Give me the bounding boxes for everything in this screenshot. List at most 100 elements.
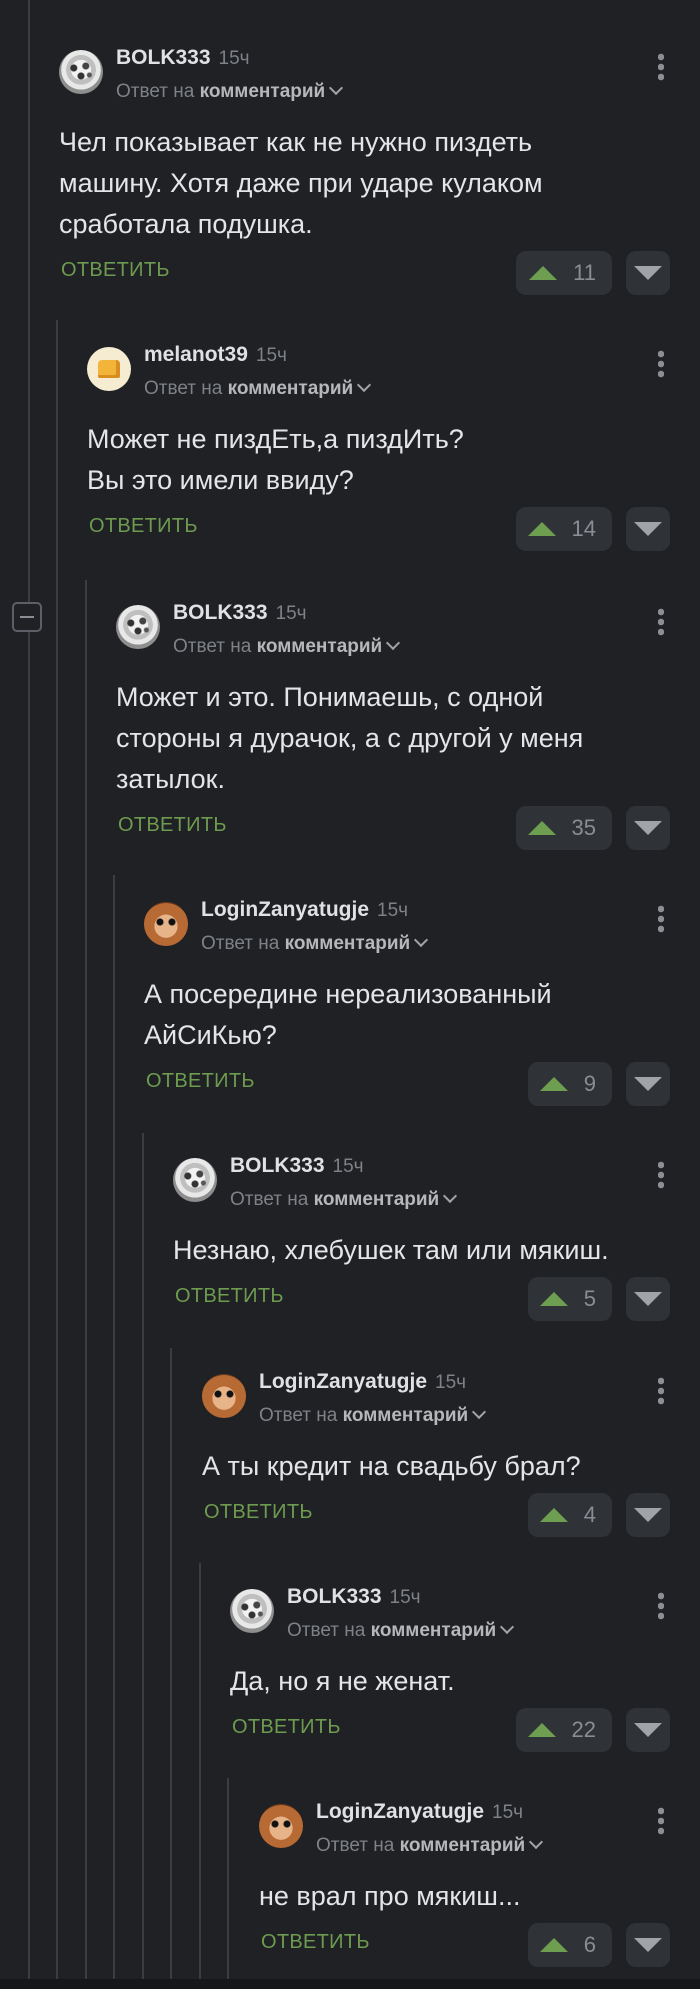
- comment: BOLK333 15ч Ответ на комментарий Незнаю, …: [173, 1144, 700, 1321]
- vote-count: 14: [571, 516, 596, 541]
- chevron-down-icon: [329, 80, 344, 96]
- thread-line: [227, 1778, 229, 1989]
- upvote-button[interactable]: 4: [528, 1493, 612, 1537]
- thread-line: [85, 580, 87, 1989]
- comment-author[interactable]: BOLK333 15ч: [173, 601, 307, 625]
- reply-button[interactable]: ОТВЕТИТЬ: [89, 515, 198, 538]
- upvote-button[interactable]: 9: [528, 1062, 612, 1106]
- vote-count: 9: [583, 1071, 596, 1096]
- more-options-icon[interactable]: [658, 904, 664, 934]
- more-options-icon[interactable]: [658, 1591, 664, 1621]
- downvote-button[interactable]: [626, 507, 670, 551]
- more-options-icon[interactable]: [658, 52, 664, 82]
- arrow-up-icon: [539, 1292, 568, 1306]
- more-options-icon[interactable]: [658, 1806, 664, 1836]
- more-options-icon[interactable]: [658, 1376, 664, 1406]
- more-options-icon[interactable]: [658, 1160, 664, 1190]
- chevron-down-icon: [472, 1404, 487, 1420]
- comment-text: Чел показывает как не нужно пиздеть маши…: [59, 127, 543, 239]
- reply-button[interactable]: ОТВЕТИТЬ: [232, 1716, 341, 1739]
- comment-time: 15ч: [435, 1372, 467, 1393]
- avatar[interactable]: [259, 1804, 303, 1848]
- thread-line: [199, 1563, 201, 1989]
- comment-author[interactable]: melanot39 15ч: [144, 343, 287, 367]
- thread-line: [56, 320, 58, 1989]
- collapse-thread-button[interactable]: [12, 602, 42, 632]
- comment-time: 15ч: [255, 345, 287, 366]
- reply-to-link[interactable]: Ответ на комментарий: [287, 1619, 515, 1642]
- reply-to-link[interactable]: Ответ на комментарий: [173, 635, 401, 658]
- downvote-button[interactable]: [626, 1923, 670, 1967]
- vote-count: 6: [583, 1932, 596, 1957]
- comment-author[interactable]: LoginZanyatugje 15ч: [259, 1370, 466, 1394]
- comment-time: 15ч: [275, 603, 307, 624]
- reply-to-link[interactable]: Ответ на комментарий: [144, 377, 372, 400]
- comment-time: 15ч: [377, 900, 409, 921]
- vote-count: 4: [583, 1502, 596, 1527]
- reply-to-link[interactable]: Ответ на комментарий: [116, 80, 344, 103]
- comment-text: Может не пиздЕть,а пиздИть? Вы это имели…: [87, 424, 464, 495]
- upvote-button[interactable]: 35: [516, 806, 612, 850]
- reply-button[interactable]: ОТВЕТИТЬ: [175, 1285, 284, 1308]
- reply-button[interactable]: ОТВЕТИТЬ: [204, 1501, 313, 1524]
- reply-to-link[interactable]: Ответ на комментарий: [230, 1188, 458, 1211]
- arrow-up-icon: [539, 1938, 568, 1952]
- downvote-button[interactable]: [626, 806, 670, 850]
- comment: BOLK333 15ч Ответ на комментарий Чел пока…: [59, 36, 700, 295]
- comment: BOLK333 15ч Ответ на комментарий Может и …: [116, 591, 700, 850]
- chevron-down-icon: [443, 1188, 458, 1204]
- comment-time: 15ч: [332, 1156, 364, 1177]
- avatar[interactable]: [116, 605, 160, 649]
- avatar[interactable]: [230, 1589, 274, 1633]
- avatar[interactable]: [202, 1374, 246, 1418]
- avatar[interactable]: [144, 902, 188, 946]
- avatar[interactable]: [87, 347, 131, 391]
- reply-to-link[interactable]: Ответ на комментарий: [259, 1404, 487, 1427]
- avatar[interactable]: [173, 1158, 217, 1202]
- thread-line: [113, 875, 115, 1989]
- thread-line: [142, 1133, 144, 1989]
- downvote-button[interactable]: [626, 1708, 670, 1752]
- downvote-button[interactable]: [626, 251, 670, 295]
- upvote-button[interactable]: 6: [528, 1923, 612, 1967]
- comment-text: не врал про мякиш...: [259, 1881, 521, 1911]
- comment-author[interactable]: BOLK333 15ч: [287, 1585, 421, 1609]
- reply-button[interactable]: ОТВЕТИТЬ: [118, 814, 227, 837]
- upvote-button[interactable]: 22: [516, 1708, 612, 1752]
- arrow-up-icon: [527, 1723, 556, 1737]
- downvote-button[interactable]: [626, 1277, 670, 1321]
- thread-line: [28, 0, 30, 1989]
- arrow-up-icon: [539, 1508, 568, 1522]
- comment-time: 15ч: [218, 48, 250, 69]
- reply-button[interactable]: ОТВЕТИТЬ: [61, 259, 170, 282]
- upvote-button[interactable]: 5: [528, 1277, 612, 1321]
- chevron-down-icon: [414, 932, 429, 948]
- comment: LoginZanyatugje 15ч Ответ на комментарий …: [144, 888, 700, 1106]
- comment-author[interactable]: BOLK333 15ч: [230, 1154, 364, 1178]
- comment-author[interactable]: LoginZanyatugje 15ч: [316, 1800, 523, 1824]
- vote-count: 35: [571, 815, 596, 840]
- arrow-up-icon: [529, 266, 558, 280]
- reply-to-link[interactable]: Ответ на комментарий: [201, 932, 429, 955]
- reply-button[interactable]: ОТВЕТИТЬ: [261, 1931, 370, 1954]
- vote-count: 11: [573, 260, 596, 285]
- chevron-down-icon: [500, 1619, 515, 1635]
- reply-button[interactable]: ОТВЕТИТЬ: [146, 1070, 255, 1093]
- upvote-button[interactable]: 14: [516, 507, 612, 551]
- avatar[interactable]: [59, 50, 103, 94]
- upvote-button[interactable]: 11: [516, 251, 612, 295]
- chevron-down-icon: [357, 377, 372, 393]
- more-options-icon[interactable]: [658, 349, 664, 379]
- comment-text: Незнаю, хлебушек там или мякиш.: [173, 1235, 609, 1265]
- comment-author[interactable]: LoginZanyatugje 15ч: [201, 898, 408, 922]
- more-options-icon[interactable]: [658, 607, 664, 637]
- reply-to-link[interactable]: Ответ на комментарий: [316, 1834, 544, 1857]
- comment-author[interactable]: BOLK333 15ч: [116, 46, 250, 70]
- downvote-button[interactable]: [626, 1493, 670, 1537]
- chevron-down-icon: [386, 635, 401, 651]
- comment-time: 15ч: [492, 1802, 524, 1823]
- comment: LoginZanyatugje 15ч Ответ на комментарий …: [202, 1360, 700, 1537]
- downvote-button[interactable]: [626, 1062, 670, 1106]
- comment-text: Да, но я не женат.: [230, 1666, 455, 1696]
- comment-time: 15ч: [389, 1587, 421, 1608]
